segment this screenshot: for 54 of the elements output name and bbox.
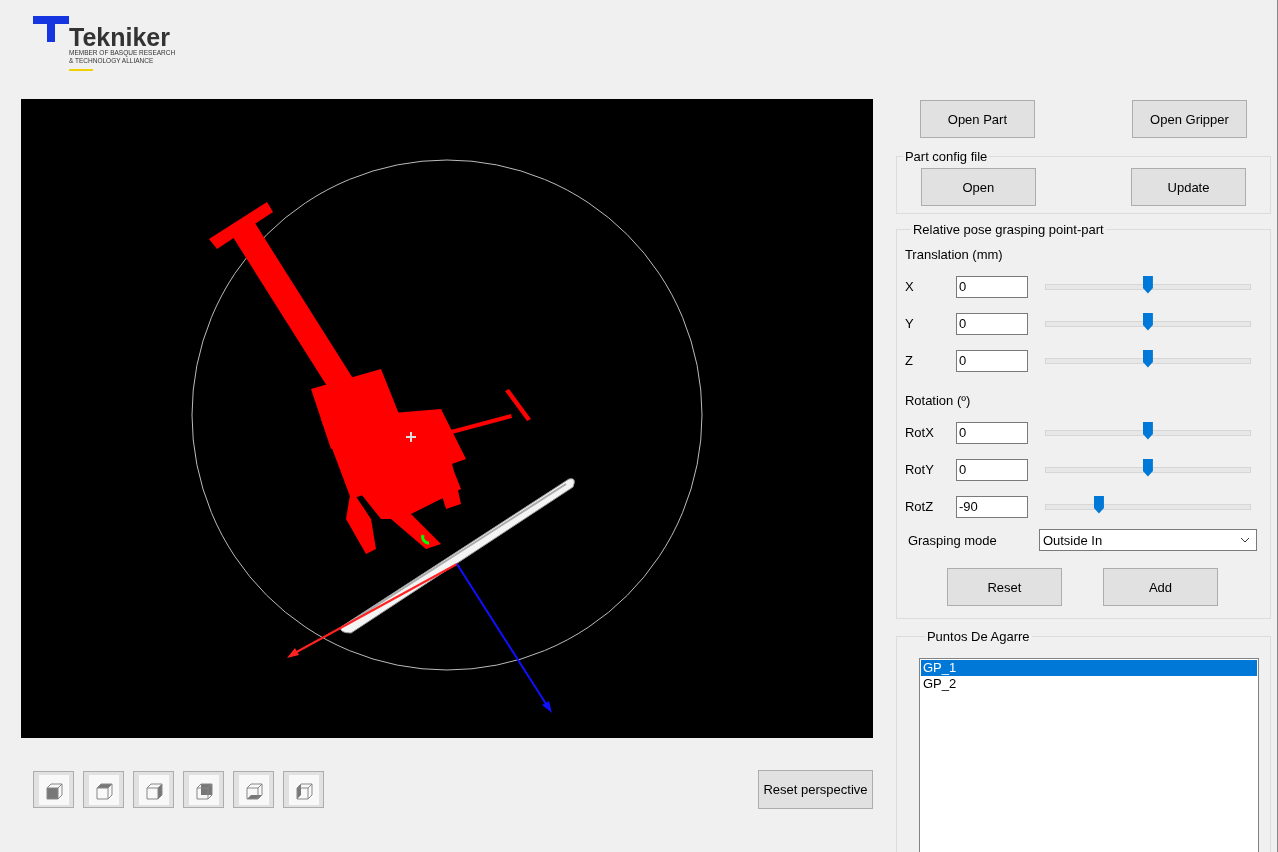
3d-viewport[interactable] [21, 99, 873, 738]
field-label: RotY [904, 462, 935, 477]
value-input[interactable]: 0 [955, 349, 1028, 372]
cube-view-icon [238, 774, 269, 805]
section-label: Translation (mm) [904, 247, 1004, 262]
config-button[interactable]: Update [1131, 168, 1246, 206]
grasp-point-marker [421, 534, 430, 545]
grasping-mode-dropdown[interactable]: Outside In [1038, 529, 1257, 551]
field-label: RotX [904, 425, 935, 440]
view-button[interactable] [33, 771, 74, 808]
slider-thumb[interactable] [1142, 458, 1153, 477]
value-input[interactable]: 0 [955, 275, 1028, 298]
cube-view-icon [288, 774, 319, 805]
logo-name: Tekniker [69, 25, 170, 49]
list-item[interactable]: GP_1 [920, 660, 1257, 676]
list-item[interactable]: GP_2 [920, 676, 1257, 692]
field-label: Grasping mode [906, 532, 998, 548]
reset-perspective-button[interactable]: Reset perspective [758, 770, 873, 809]
pose-button[interactable]: Reset [946, 568, 1062, 606]
field-label: X [904, 279, 915, 294]
value-input[interactable]: 0 [955, 312, 1028, 335]
view-button[interactable] [133, 771, 174, 808]
field-label: Z [904, 353, 914, 368]
cube-view-icon [138, 774, 169, 805]
slider-thumb[interactable] [1093, 495, 1104, 514]
scrollbar[interactable] [1277, 0, 1278, 852]
toolbar-button[interactable]: Open Part [919, 100, 1035, 138]
config-button[interactable]: Open [920, 168, 1036, 206]
view-button[interactable] [233, 771, 274, 808]
slider-thumb[interactable] [1142, 349, 1153, 368]
cube-view-icon [88, 774, 119, 805]
group-title: Relative pose grasping point-part [911, 222, 1105, 237]
pose-button[interactable]: Add [1103, 568, 1218, 606]
value-input[interactable]: 0 [955, 421, 1028, 444]
value-input[interactable]: 0 [955, 458, 1028, 481]
field-label: RotZ [904, 499, 935, 514]
view-button[interactable] [83, 771, 124, 808]
field-label: Y [904, 316, 915, 331]
slider-thumb[interactable] [1142, 275, 1153, 294]
cube-view-icon [188, 774, 219, 805]
chevron-down-icon [1239, 537, 1250, 543]
cube-view-icon [38, 774, 69, 805]
logo-mark-icon [33, 16, 69, 42]
slider-thumb[interactable] [1142, 312, 1153, 331]
section-label: Rotation (º) [904, 393, 972, 408]
group-title: Part config file [903, 149, 989, 164]
cursor-crosshair-icon [405, 431, 417, 443]
value-input[interactable]: -90 [955, 495, 1028, 518]
view-button[interactable] [283, 771, 324, 808]
view-button[interactable] [183, 771, 224, 808]
toolbar-button[interactable]: Open Gripper [1132, 100, 1247, 138]
group-title: Puntos De Agarre [925, 629, 1031, 644]
logo-underline [69, 69, 93, 71]
slider-thumb[interactable] [1142, 421, 1153, 440]
